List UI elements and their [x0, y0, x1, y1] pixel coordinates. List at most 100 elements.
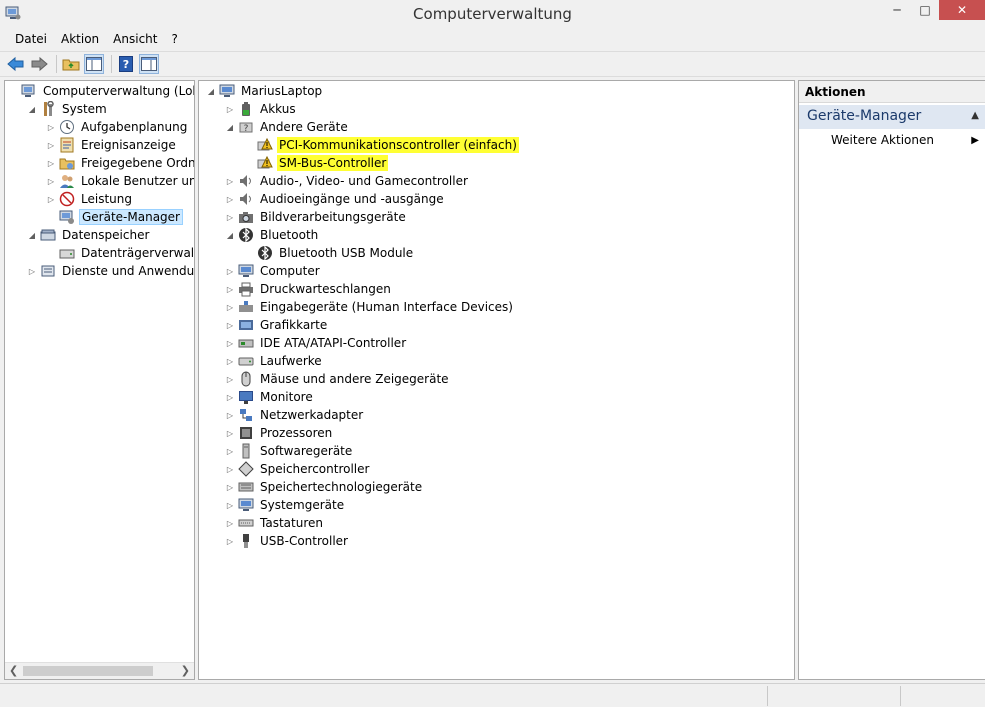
- collapsed-arrow-icon[interactable]: ▷: [45, 118, 57, 136]
- tree-node[interactable]: ▷ Akkus: [224, 100, 298, 118]
- collapsed-arrow-icon[interactable]: ▷: [224, 280, 236, 298]
- collapsed-arrow-icon[interactable]: ▷: [45, 136, 57, 154]
- collapsed-arrow-icon[interactable]: ▷: [224, 208, 236, 226]
- tree-node-label: Eingabegeräte (Human Interface Devices): [260, 300, 513, 314]
- performance-icon: [59, 191, 75, 207]
- menu-aktion[interactable]: Aktion: [54, 30, 106, 48]
- maximize-button[interactable]: □: [911, 0, 939, 20]
- minimize-button[interactable]: ─: [883, 0, 911, 20]
- actions-header: Aktionen: [799, 81, 985, 103]
- tree-node[interactable]: ▷ Systemgeräte: [224, 496, 346, 514]
- tree-node[interactable]: ◢? Andere Geräte: [224, 118, 350, 136]
- tree-node[interactable]: ▷ Bildverarbeitungsgeräte: [224, 208, 408, 226]
- tree-node[interactable]: ▷ Dienste und Anwendungen: [26, 262, 194, 280]
- tree-node[interactable]: Datenträgerverwaltung: [45, 244, 194, 262]
- tree-node[interactable]: ▷ Netzwerkadapter: [224, 406, 365, 424]
- actions-section-device-manager[interactable]: Geräte-Manager ▲: [799, 105, 985, 129]
- tree-node[interactable]: Geräte-Manager: [45, 208, 183, 226]
- tree-node[interactable]: ▷ Computer: [224, 262, 322, 280]
- collapsed-arrow-icon[interactable]: ▷: [224, 478, 236, 496]
- tree-node[interactable]: ◢ System: [26, 100, 109, 118]
- expanded-arrow-icon[interactable]: ◢: [205, 82, 217, 100]
- tree-node[interactable]: ◢ Datenspeicher: [26, 226, 151, 244]
- tree-node[interactable]: ▷ USB-Controller: [224, 532, 350, 550]
- collapsed-arrow-icon[interactable]: ▷: [224, 316, 236, 334]
- tree-node[interactable]: ▷ Laufwerke: [224, 352, 324, 370]
- computer-icon: [219, 83, 235, 99]
- tree-node[interactable]: ▷ Audioeingänge und -ausgänge: [224, 190, 446, 208]
- scrollbar-thumb[interactable]: [23, 666, 153, 676]
- action-pane-icon: [141, 57, 157, 71]
- tree-node-label: Computer: [260, 264, 320, 278]
- collapsed-arrow-icon[interactable]: ▷: [224, 460, 236, 478]
- expanded-arrow-icon[interactable]: ◢: [224, 118, 236, 136]
- tree-node[interactable]: ▷ Softwaregeräte: [224, 442, 354, 460]
- collapsed-arrow-icon[interactable]: ▷: [224, 532, 236, 550]
- tree-node[interactable]: ▷ Speichercontroller: [224, 460, 371, 478]
- scroll-left-icon[interactable]: ❮: [9, 664, 18, 677]
- collapsed-arrow-icon[interactable]: ▷: [224, 100, 236, 118]
- menu-ansicht[interactable]: Ansicht: [106, 30, 164, 48]
- collapsed-arrow-icon[interactable]: ▷: [45, 172, 57, 190]
- tree-node[interactable]: Computerverwaltung (Lokal): [7, 82, 194, 100]
- tree-node[interactable]: ▷ Monitore: [224, 388, 315, 406]
- collapsed-arrow-icon[interactable]: ▷: [224, 190, 236, 208]
- collapse-up-icon[interactable]: ▲: [971, 110, 979, 121]
- tree-node[interactable]: ▷ Prozessoren: [224, 424, 334, 442]
- collapsed-arrow-icon[interactable]: ▷: [224, 424, 236, 442]
- tree-node[interactable]: ▷ Ereignisanzeige: [45, 136, 178, 154]
- show-hide-console-tree-button[interactable]: [84, 54, 104, 74]
- horizontal-scrollbar[interactable]: ❮ ❯: [5, 662, 194, 679]
- collapsed-arrow-icon[interactable]: ▷: [224, 514, 236, 532]
- expanded-arrow-icon[interactable]: ◢: [224, 226, 236, 244]
- tree-node[interactable]: ▷ Aufgabenplanung: [45, 118, 189, 136]
- tree-node[interactable]: ▷ Tastaturen: [224, 514, 325, 532]
- more-actions-item[interactable]: Weitere Aktionen: [831, 133, 934, 147]
- forward-button[interactable]: [29, 54, 49, 74]
- scroll-right-icon[interactable]: ❯: [181, 664, 190, 677]
- menu-help[interactable]: ?: [164, 30, 184, 48]
- collapsed-arrow-icon[interactable]: ▷: [224, 298, 236, 316]
- tree-node[interactable]: ▷ Eingabegeräte (Human Interface Devices): [224, 298, 515, 316]
- collapsed-arrow-icon[interactable]: ▷: [45, 190, 57, 208]
- submenu-arrow-icon[interactable]: ▶: [971, 135, 979, 146]
- minimize-icon: ─: [893, 3, 901, 17]
- up-one-level-button[interactable]: [61, 54, 81, 74]
- collapsed-arrow-icon[interactable]: ▷: [224, 442, 236, 460]
- collapsed-arrow-icon[interactable]: ▷: [224, 334, 236, 352]
- collapsed-arrow-icon[interactable]: ▷: [224, 370, 236, 388]
- collapsed-arrow-icon[interactable]: ▷: [224, 352, 236, 370]
- tree-node-label: Bluetooth USB Module: [279, 246, 414, 260]
- tree-node[interactable]: Bluetooth USB Module: [243, 244, 415, 262]
- computer-management-icon: [21, 83, 37, 99]
- tree-node[interactable]: PCI-Kommunikationscontroller (einfach): [243, 136, 519, 154]
- tree-node[interactable]: ▷ IDE ATA/ATAPI-Controller: [224, 334, 408, 352]
- close-button[interactable]: ✕: [939, 0, 985, 20]
- back-button[interactable]: [6, 54, 26, 74]
- collapsed-arrow-icon[interactable]: ▷: [224, 388, 236, 406]
- tree-node[interactable]: ▷ Lokale Benutzer und Gru: [45, 172, 194, 190]
- expanded-arrow-icon[interactable]: ◢: [26, 226, 38, 244]
- tree-node[interactable]: ◢ Bluetooth: [224, 226, 320, 244]
- help-button[interactable]: ?: [116, 54, 136, 74]
- collapsed-arrow-icon[interactable]: ▷: [224, 262, 236, 280]
- tree-node-label: Freigegebene Ordner: [81, 156, 195, 170]
- tree-node[interactable]: ▷ Mäuse und andere Zeigegeräte: [224, 370, 451, 388]
- tree-node[interactable]: ▷ Audio-, Video- und Gamecontroller: [224, 172, 470, 190]
- tree-node[interactable]: ▷ Speichertechnologiegeräte: [224, 478, 424, 496]
- collapsed-arrow-icon[interactable]: ▷: [26, 262, 38, 280]
- collapsed-arrow-icon[interactable]: ▷: [224, 172, 236, 190]
- tree-node[interactable]: ▷ Leistung: [45, 190, 134, 208]
- tree-node[interactable]: ◢ MariusLaptop: [205, 82, 324, 100]
- menu-datei[interactable]: Datei: [8, 30, 54, 48]
- tree-node[interactable]: ▷ Grafikkarte: [224, 316, 329, 334]
- collapsed-arrow-icon[interactable]: ▷: [45, 154, 57, 172]
- tree-node[interactable]: ▷ Freigegebene Ordner: [45, 154, 195, 172]
- show-hide-action-pane-button[interactable]: [139, 54, 159, 74]
- expanded-arrow-icon[interactable]: ◢: [26, 100, 38, 118]
- tree-node[interactable]: SM-Bus-Controller: [243, 154, 389, 172]
- collapsed-arrow-icon[interactable]: ▷: [224, 496, 236, 514]
- tree-node[interactable]: ▷ Druckwarteschlangen: [224, 280, 393, 298]
- mouse-icon: [238, 371, 254, 387]
- collapsed-arrow-icon[interactable]: ▷: [224, 406, 236, 424]
